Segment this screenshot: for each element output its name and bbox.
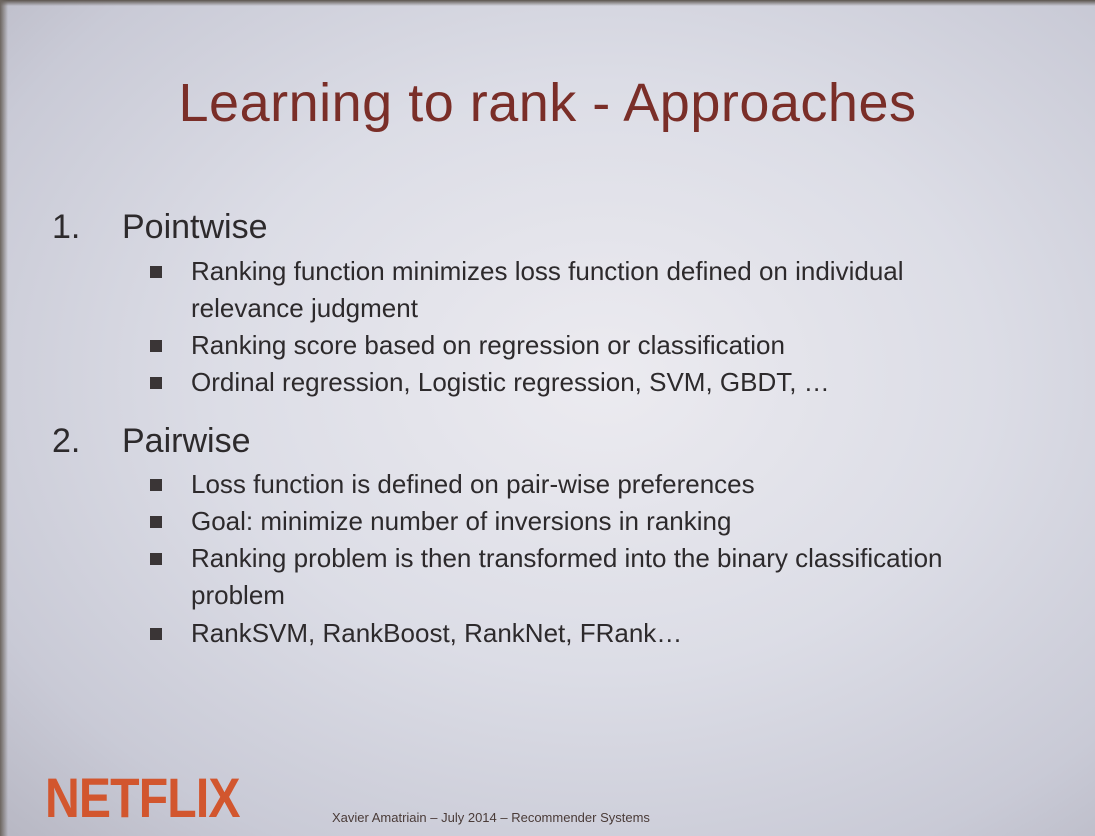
slide-title: Learning to rank - Approaches — [178, 73, 917, 133]
bullet-text: Ranking problem is then transformed into… — [191, 543, 943, 610]
list-item: Goal: minimize number of inversions in r… — [150, 503, 1010, 540]
bullet-text: RankSVM, RankBoost, RankNet, FRank… — [191, 618, 683, 648]
list-item: Loss function is defined on pair-wise pr… — [150, 466, 1010, 503]
bullet-square-icon — [150, 340, 162, 352]
bullet-square-icon — [150, 516, 162, 528]
bullet-text: Loss function is defined on pair-wise pr… — [191, 469, 755, 499]
bullet-square-icon — [150, 553, 162, 565]
netflix-logo: NETFLIX — [45, 766, 241, 829]
section-number: 1. — [52, 208, 81, 246]
bullet-square-icon — [150, 377, 162, 389]
slide-footer: Xavier Amatriain – July 2014 – Recommend… — [332, 810, 650, 825]
bullet-square-icon — [150, 628, 162, 640]
list-item: Ordinal regression, Logistic regression,… — [150, 364, 1010, 401]
bullet-text: Ordinal regression, Logistic regression,… — [191, 367, 830, 397]
bullet-text: Ranking function minimizes loss function… — [191, 256, 904, 323]
list-item: Ranking problem is then transformed into… — [150, 540, 1010, 614]
section-number: 2. — [52, 422, 81, 460]
presentation-slide: Learning to rank - Approaches 1. Pointwis… — [0, 0, 1095, 836]
bullet-square-icon — [150, 266, 162, 278]
bullet-text: Goal: minimize number of inversions in r… — [191, 506, 732, 536]
list-item: Ranking score based on regression or cla… — [150, 327, 1010, 364]
list-item: Ranking function minimizes loss function… — [150, 253, 1010, 327]
screen-top-edge — [0, 0, 1095, 6]
section-pairwise: 2. Pairwise — [52, 422, 250, 461]
bullet-text: Ranking score based on regression or cla… — [191, 330, 785, 360]
list-item: RankSVM, RankBoost, RankNet, FRank… — [150, 615, 1010, 652]
bullet-square-icon — [150, 479, 162, 491]
section-heading: Pointwise — [122, 208, 268, 246]
section-pointwise: 1. Pointwise — [52, 208, 268, 247]
section-heading: Pairwise — [122, 422, 251, 460]
